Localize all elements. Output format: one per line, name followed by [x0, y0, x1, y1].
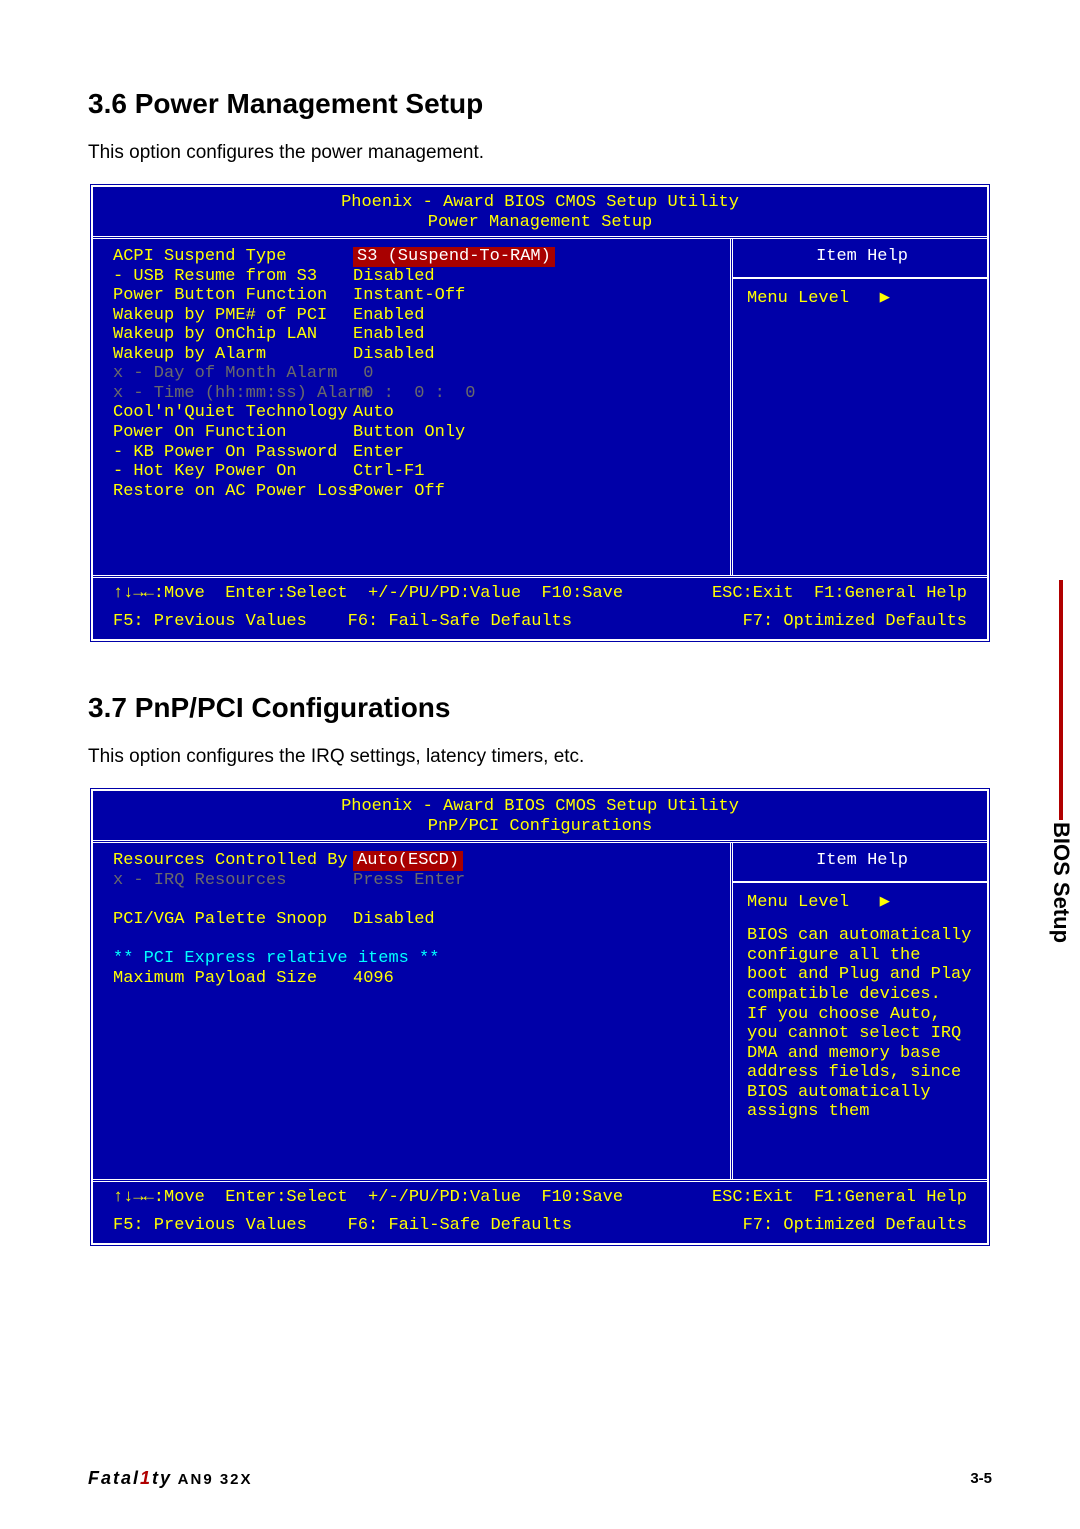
- setting-value[interactable]: 4096: [353, 969, 394, 989]
- bios-setting-row[interactable]: Cool'n'Quiet TechnologyAuto: [113, 403, 720, 423]
- setting-label: Wakeup by OnChip LAN: [113, 325, 353, 345]
- page-number: 3-5: [970, 1470, 992, 1487]
- bios-setting-row[interactable]: ACPI Suspend TypeS3 (Suspend-To-RAM): [113, 247, 720, 267]
- bios-setting-row[interactable]: Maximum Payload Size4096: [113, 969, 720, 989]
- setting-value[interactable]: Disabled: [353, 345, 435, 365]
- item-help-title: Item Help: [747, 851, 977, 871]
- bios-setting-row[interactable]: x - Time (hh:mm:ss) Alarm 0 : 0 : 0: [113, 384, 720, 404]
- footer-right-1: ESC:Exit F1:General Help: [712, 584, 967, 604]
- product-name: Fatal1ty AN9 32X: [88, 1468, 253, 1489]
- bios-footer: ↑↓→←:Move Enter:Select +/-/PU/PD:Value F…: [93, 578, 987, 612]
- bios-setting-row[interactable]: Restore on AC Power LossPower Off: [113, 482, 720, 502]
- desc-3-7: This option configures the IRQ settings,…: [88, 746, 992, 768]
- menu-level: Menu Level ▶: [747, 289, 977, 309]
- heading-3-6: 3.6 Power Management Setup: [88, 88, 992, 120]
- setting-label: ACPI Suspend Type: [113, 247, 353, 267]
- desc-3-6: This option configures the power managem…: [88, 142, 992, 164]
- bios-title-line1: Phoenix - Award BIOS CMOS Setup Utility: [341, 797, 739, 816]
- bios-title: Phoenix - Award BIOS CMOS Setup Utility …: [93, 187, 987, 236]
- bios-title-line2: Power Management Setup: [428, 213, 652, 232]
- setting-label: Restore on AC Power Loss: [113, 482, 353, 502]
- setting-label: PCI/VGA Palette Snoop: [113, 910, 353, 930]
- setting-label: x - IRQ Resources: [113, 871, 353, 891]
- bios-title-line2: PnP/PCI Configurations: [428, 817, 652, 836]
- setting-label: Power Button Function: [113, 286, 353, 306]
- setting-value[interactable]: Enabled: [353, 306, 424, 326]
- bios-setting-row[interactable]: x - Day of Month Alarm 0: [113, 364, 720, 384]
- setting-value[interactable]: Button Only: [353, 423, 465, 443]
- section-heading: ** PCI Express relative items **: [113, 949, 720, 969]
- bios-settings-list[interactable]: Resources Controlled ByAuto(ESCD)x - IRQ…: [93, 843, 733, 1179]
- bios-pnp-pci: Phoenix - Award BIOS CMOS Setup Utility …: [88, 786, 992, 1248]
- bios-settings-list[interactable]: ACPI Suspend TypeS3 (Suspend-To-RAM)- US…: [93, 239, 733, 575]
- bios-setting-row[interactable]: - KB Power On PasswordEnter: [113, 443, 720, 463]
- setting-value[interactable]: Disabled: [353, 910, 435, 930]
- setting-value[interactable]: Enabled: [353, 325, 424, 345]
- setting-value[interactable]: Instant-Off: [353, 286, 465, 306]
- setting-label: x - Day of Month Alarm: [113, 364, 353, 384]
- footer-right-2: F7: Optimized Defaults: [743, 1216, 967, 1236]
- menu-level: Menu Level ▶: [747, 893, 977, 913]
- setting-value[interactable]: Power Off: [353, 482, 445, 502]
- help-text: BIOS can automatically configure all the…: [747, 926, 977, 1121]
- footer-left-2: F5: Previous Values F6: Fail-Safe Defaul…: [113, 612, 572, 632]
- setting-value[interactable]: Auto: [353, 403, 394, 423]
- bios-setting-row[interactable]: Wakeup by OnChip LANEnabled: [113, 325, 720, 345]
- setting-label: Resources Controlled By: [113, 851, 353, 871]
- footer-left-2: F5: Previous Values F6: Fail-Safe Defaul…: [113, 1216, 572, 1236]
- item-help-title: Item Help: [747, 247, 977, 267]
- bios-footer: ↑↓→←:Move Enter:Select +/-/PU/PD:Value F…: [93, 1182, 987, 1216]
- bios-setting-row[interactable]: Wakeup by PME# of PCIEnabled: [113, 306, 720, 326]
- setting-label: Maximum Payload Size: [113, 969, 353, 989]
- bios-title-line1: Phoenix - Award BIOS CMOS Setup Utility: [341, 193, 739, 212]
- bios-setting-row[interactable]: Power Button FunctionInstant-Off: [113, 286, 720, 306]
- setting-value[interactable]: Disabled: [353, 267, 435, 287]
- footer-right-2: F7: Optimized Defaults: [743, 612, 967, 632]
- bios-title: Phoenix - Award BIOS CMOS Setup Utility …: [93, 791, 987, 840]
- setting-value[interactable]: Press Enter: [353, 871, 465, 891]
- bios-power-management: Phoenix - Award BIOS CMOS Setup Utility …: [88, 182, 992, 644]
- footer-left-1: ↑↓→←:Move Enter:Select +/-/PU/PD:Value F…: [113, 584, 623, 604]
- footer-right-1: ESC:Exit F1:General Help: [712, 1188, 967, 1208]
- side-tab-label: BIOS Setup: [1048, 822, 1074, 943]
- bios-footer-2: F5: Previous Values F6: Fail-Safe Defaul…: [93, 1216, 987, 1244]
- bios-setting-row[interactable]: x - IRQ ResourcesPress Enter: [113, 871, 720, 891]
- setting-label: - Hot Key Power On: [113, 462, 353, 482]
- bios-setting-row[interactable]: - USB Resume from S3Disabled: [113, 267, 720, 287]
- setting-value[interactable]: 0: [353, 364, 373, 384]
- setting-value[interactable]: Ctrl-F1: [353, 462, 424, 482]
- side-tab-accent: [1059, 580, 1063, 820]
- heading-3-7: 3.7 PnP/PCI Configurations: [88, 692, 992, 724]
- bios-setting-row[interactable]: PCI/VGA Palette SnoopDisabled: [113, 910, 720, 930]
- footer-left-1: ↑↓→←:Move Enter:Select +/-/PU/PD:Value F…: [113, 1188, 623, 1208]
- setting-label: - KB Power On Password: [113, 443, 353, 463]
- setting-value[interactable]: S3 (Suspend-To-RAM): [353, 247, 555, 267]
- setting-label: x - Time (hh:mm:ss) Alarm: [113, 384, 353, 404]
- side-tab: BIOS Setup: [1048, 580, 1074, 943]
- setting-label: Wakeup by PME# of PCI: [113, 306, 353, 326]
- setting-label: Wakeup by Alarm: [113, 345, 353, 365]
- bios-setting-row[interactable]: - Hot Key Power OnCtrl-F1: [113, 462, 720, 482]
- setting-label: Power On Function: [113, 423, 353, 443]
- setting-value[interactable]: Auto(ESCD): [353, 851, 463, 871]
- setting-label: - USB Resume from S3: [113, 267, 353, 287]
- bios-setting-row[interactable]: Wakeup by AlarmDisabled: [113, 345, 720, 365]
- bios-setting-row[interactable]: Power On FunctionButton Only: [113, 423, 720, 443]
- bios-setting-row[interactable]: Resources Controlled ByAuto(ESCD): [113, 851, 720, 871]
- bios-footer-2: F5: Previous Values F6: Fail-Safe Defaul…: [93, 612, 987, 640]
- setting-value[interactable]: 0 : 0 : 0: [353, 384, 475, 404]
- setting-label: Cool'n'Quiet Technology: [113, 403, 353, 423]
- setting-value[interactable]: Enter: [353, 443, 404, 463]
